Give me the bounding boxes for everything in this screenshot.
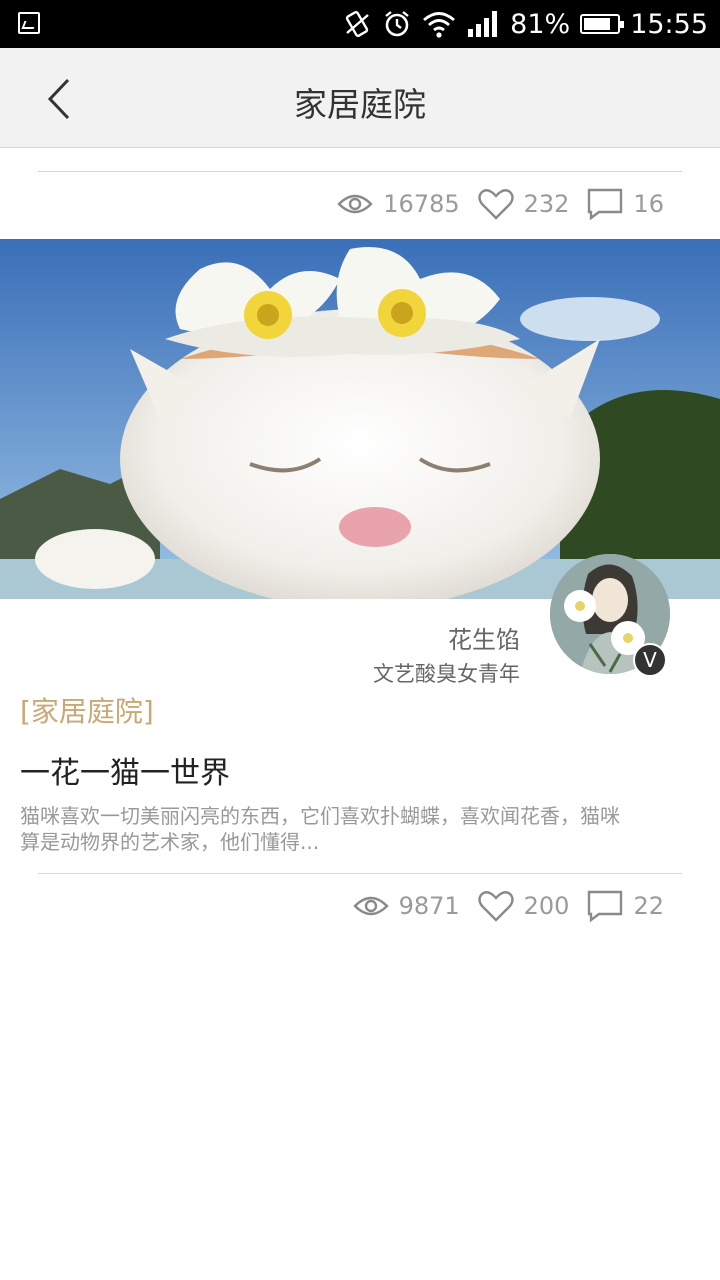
status-icons: 81% 15:55 — [342, 0, 708, 48]
like-count[interactable]: 232 — [477, 188, 570, 220]
post-stats: 9871 200 22 — [352, 890, 664, 922]
wifi-icon — [423, 12, 456, 38]
comment-count[interactable]: 16 — [587, 188, 664, 220]
view-count-value: 16785 — [383, 190, 460, 218]
heart-icon[interactable] — [477, 890, 514, 922]
comment-count-value: 22 — [633, 892, 664, 920]
comment-icon[interactable] — [587, 890, 623, 922]
view-count-value: 9871 — [398, 892, 460, 920]
post-title[interactable]: 一花一猫一世界 — [20, 748, 230, 792]
comment-count-value: 16 — [633, 190, 664, 218]
signal-icon — [468, 11, 498, 37]
author-name[interactable]: 花生馅 — [448, 620, 520, 655]
status-bar: 81% 15:55 — [0, 0, 720, 48]
comment-count[interactable]: 22 — [587, 890, 664, 922]
prev-post-stats: 16785 232 16 — [337, 188, 664, 220]
eye-icon — [337, 194, 373, 214]
gallery-notification-icon — [18, 12, 40, 34]
battery-icon — [580, 14, 625, 34]
post-excerpt[interactable]: 猫咪喜欢一切美丽闪亮的东西，它们喜欢扑蝴蝶，喜欢闻花香，猫咪算是动物界的艺术家，… — [20, 803, 620, 855]
navigation-bar: 家居庭院 — [0, 48, 720, 148]
post-cover-image[interactable] — [0, 239, 720, 599]
eye-icon — [352, 896, 389, 916]
like-count-value: 200 — [523, 892, 570, 920]
page-title: 家居庭院 — [294, 85, 426, 124]
clock: 15:55 — [630, 8, 708, 40]
category-tag[interactable]: [家居庭院] — [20, 690, 154, 730]
divider — [38, 171, 682, 172]
view-count: 9871 — [352, 892, 460, 920]
view-count: 16785 — [337, 190, 460, 218]
heart-icon[interactable] — [477, 188, 514, 220]
author-description: 文艺酸臭女青年 — [373, 662, 520, 686]
vibrate-icon — [346, 11, 369, 37]
alarm-icon — [385, 11, 409, 37]
like-count-value: 232 — [523, 190, 570, 218]
comment-icon[interactable] — [587, 188, 623, 220]
verified-badge: V — [633, 643, 667, 677]
divider — [38, 873, 682, 874]
battery-percent: 81% — [510, 8, 571, 40]
like-count[interactable]: 200 — [477, 890, 570, 922]
